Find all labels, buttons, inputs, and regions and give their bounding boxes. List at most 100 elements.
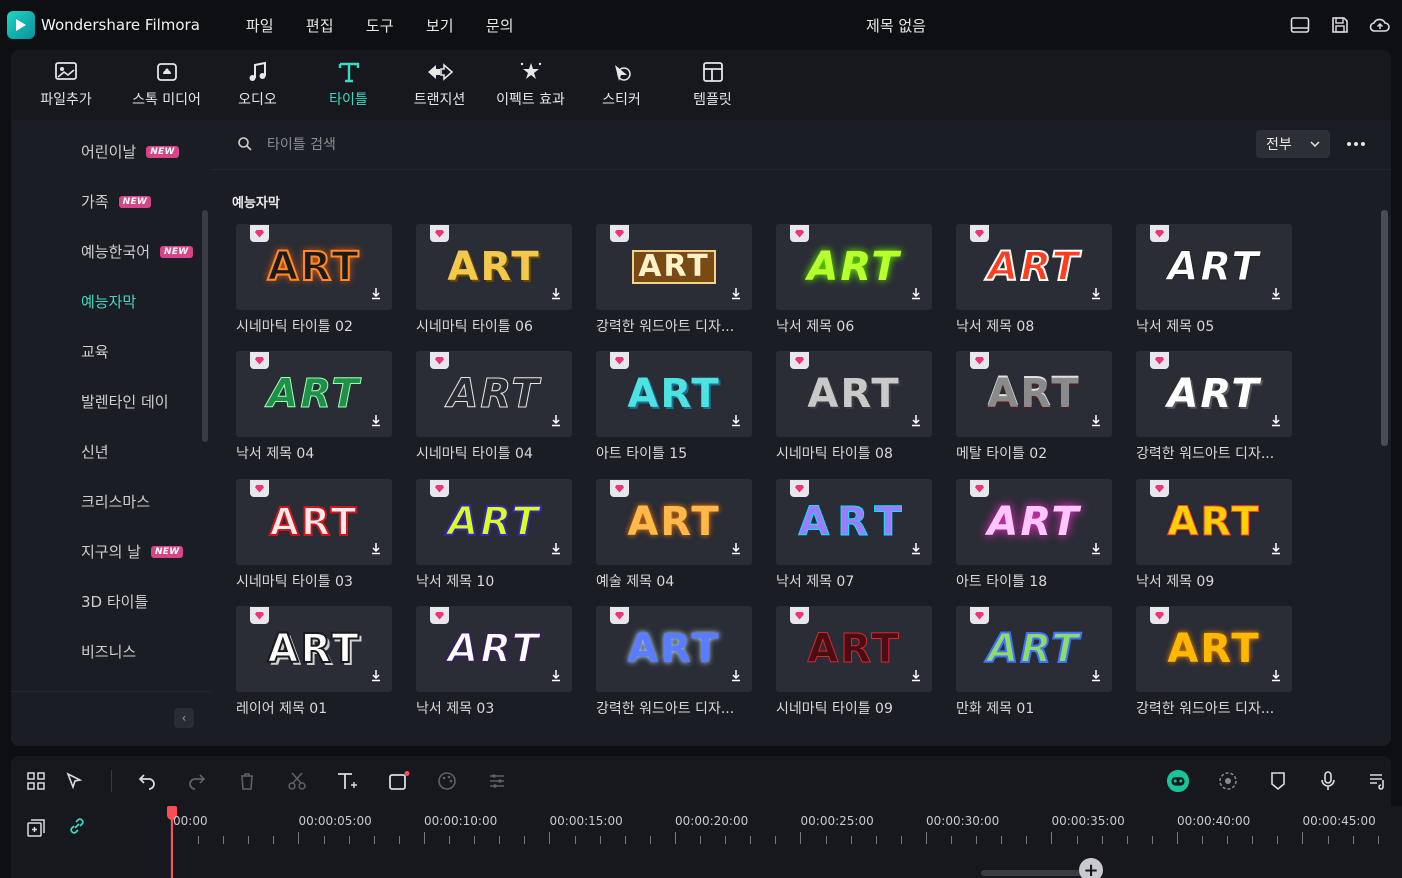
download-icon[interactable] bbox=[1088, 412, 1104, 428]
download-icon[interactable] bbox=[728, 412, 744, 428]
menu-help[interactable]: 문의 bbox=[486, 15, 546, 36]
title-card[interactable]: ART 강력한 워드아트 디자... bbox=[1136, 606, 1292, 718]
tool-stock-media[interactable]: 스톡 미디어 bbox=[121, 50, 212, 120]
title-card[interactable]: ART 낙서 제목 03 bbox=[416, 606, 572, 718]
download-icon[interactable] bbox=[1268, 412, 1284, 428]
delete-icon[interactable] bbox=[235, 769, 259, 793]
category-valentines[interactable]: 발렌타인 데이 bbox=[81, 391, 169, 412]
download-icon[interactable] bbox=[728, 667, 744, 683]
title-thumbnail[interactable]: ART bbox=[236, 479, 392, 565]
title-card[interactable]: ART 시네마틱 타이틀 06 bbox=[416, 224, 572, 336]
title-thumbnail[interactable]: ART bbox=[956, 224, 1112, 310]
title-card[interactable]: ART 레이어 제목 01 bbox=[236, 606, 392, 718]
save-icon[interactable] bbox=[1328, 13, 1352, 37]
undo-icon[interactable] bbox=[135, 769, 159, 793]
category-family[interactable]: 가족 NEW bbox=[81, 191, 152, 212]
category-new-year[interactable]: 신년 bbox=[81, 441, 109, 462]
tool-titles[interactable]: 타이틀 bbox=[303, 50, 394, 120]
title-card[interactable]: ART 시네마틱 타이틀 02 bbox=[236, 224, 392, 336]
menu-view[interactable]: 보기 bbox=[426, 15, 486, 36]
title-thumbnail[interactable]: ART bbox=[236, 224, 392, 310]
text-tool-icon[interactable] bbox=[335, 769, 359, 793]
download-icon[interactable] bbox=[368, 285, 384, 301]
title-card[interactable]: ART 강력한 워드아트 디자... bbox=[596, 606, 752, 718]
title-card[interactable]: ART 낙서 제목 09 bbox=[1136, 479, 1292, 591]
download-icon[interactable] bbox=[368, 540, 384, 556]
title-thumbnail[interactable]: ART bbox=[596, 351, 752, 437]
title-thumbnail[interactable]: ART bbox=[776, 224, 932, 310]
split-icon[interactable] bbox=[285, 769, 309, 793]
title-thumbnail[interactable]: ART bbox=[1136, 479, 1292, 565]
download-icon[interactable] bbox=[728, 540, 744, 556]
download-icon[interactable] bbox=[368, 667, 384, 683]
title-thumbnail[interactable]: ART bbox=[416, 351, 572, 437]
redo-icon[interactable] bbox=[185, 769, 209, 793]
title-card[interactable]: ART 시네마틱 타이틀 03 bbox=[236, 479, 392, 591]
title-card[interactable]: ART 낙서 제목 04 bbox=[236, 351, 392, 463]
download-icon[interactable] bbox=[368, 412, 384, 428]
cloud-upload-icon[interactable] bbox=[1368, 13, 1392, 37]
category-variety-subtitles[interactable]: 예능자막 bbox=[81, 291, 136, 312]
sidebar-scrollbar[interactable] bbox=[202, 210, 208, 442]
title-thumbnail[interactable]: ART bbox=[236, 606, 392, 692]
microphone-icon[interactable] bbox=[1316, 769, 1340, 793]
collapse-sidebar-button[interactable]: ‹ bbox=[174, 708, 194, 728]
title-thumbnail[interactable]: ART bbox=[956, 479, 1112, 565]
download-icon[interactable] bbox=[1268, 285, 1284, 301]
menu-edit[interactable]: 편집 bbox=[306, 15, 366, 36]
tool-transitions[interactable]: 트랜지션 bbox=[394, 50, 485, 120]
title-thumbnail[interactable]: ART bbox=[1136, 606, 1292, 692]
select-tool-icon[interactable] bbox=[63, 769, 87, 793]
title-thumbnail[interactable]: ART bbox=[416, 606, 572, 692]
menu-tools[interactable]: 도구 bbox=[366, 15, 426, 36]
title-card[interactable]: ART 시네마틱 타이틀 04 bbox=[416, 351, 572, 463]
tool-templates[interactable]: 템플릿 bbox=[667, 50, 758, 120]
filter-dropdown[interactable]: 전부 bbox=[1256, 130, 1330, 158]
category-children-day[interactable]: 어린이날 NEW bbox=[81, 141, 179, 162]
download-icon[interactable] bbox=[908, 285, 924, 301]
category-3d-titles[interactable]: 3D 타이틀 bbox=[81, 591, 148, 612]
title-card[interactable]: ART 낙서 제목 10 bbox=[416, 479, 572, 591]
title-card[interactable]: ART 만화 제목 01 bbox=[956, 606, 1112, 718]
title-card[interactable]: ART 강력한 워드아트 디자... bbox=[596, 224, 752, 336]
title-thumbnail[interactable]: ART bbox=[596, 606, 752, 692]
download-icon[interactable] bbox=[548, 540, 564, 556]
tool-audio[interactable]: 오디오 bbox=[212, 50, 303, 120]
download-icon[interactable] bbox=[1268, 540, 1284, 556]
add-track-icon[interactable] bbox=[24, 816, 48, 840]
title-card[interactable]: ART 강력한 워드아트 디자... bbox=[1136, 351, 1292, 463]
download-icon[interactable] bbox=[548, 412, 564, 428]
content-scrollbar[interactable] bbox=[1381, 210, 1388, 446]
title-card[interactable]: ART 예술 제목 04 bbox=[596, 479, 752, 591]
render-icon[interactable] bbox=[1216, 769, 1240, 793]
color-palette-icon[interactable] bbox=[435, 769, 459, 793]
title-card[interactable]: ART 낙서 제목 08 bbox=[956, 224, 1112, 336]
title-thumbnail[interactable]: ART bbox=[956, 351, 1112, 437]
download-icon[interactable] bbox=[1268, 667, 1284, 683]
title-thumbnail[interactable]: ART bbox=[236, 351, 392, 437]
layout-icon[interactable] bbox=[1288, 13, 1312, 37]
crop-icon[interactable] bbox=[387, 769, 411, 793]
title-card[interactable]: ART 시네마틱 타이틀 08 bbox=[776, 351, 932, 463]
voiceover-list-icon[interactable] bbox=[1366, 769, 1390, 793]
title-thumbnail[interactable]: ART bbox=[596, 479, 752, 565]
download-icon[interactable] bbox=[728, 285, 744, 301]
tool-stickers[interactable]: 스티커 bbox=[576, 50, 667, 120]
download-icon[interactable] bbox=[1088, 285, 1104, 301]
title-card[interactable]: ART 낙서 제목 06 bbox=[776, 224, 932, 336]
category-variety-korean[interactable]: 예능한국어 NEW bbox=[81, 241, 193, 262]
title-thumbnail[interactable]: ART bbox=[1136, 224, 1292, 310]
category-education[interactable]: 교육 bbox=[81, 341, 109, 362]
zoom-in-button[interactable]: + bbox=[1079, 858, 1103, 878]
download-icon[interactable] bbox=[548, 667, 564, 683]
download-icon[interactable] bbox=[908, 540, 924, 556]
search-input[interactable] bbox=[267, 132, 1067, 158]
tool-import-media[interactable]: 파일추가 bbox=[11, 50, 121, 120]
title-card[interactable]: ART 낙서 제목 07 bbox=[776, 479, 932, 591]
title-card[interactable]: ART 메탈 타이틀 02 bbox=[956, 351, 1112, 463]
menu-file[interactable]: 파일 bbox=[246, 15, 306, 36]
title-card[interactable]: ART 아트 타이틀 18 bbox=[956, 479, 1112, 591]
title-card[interactable]: ART 시네마틱 타이틀 09 bbox=[776, 606, 932, 718]
title-thumbnail[interactable]: ART bbox=[1136, 351, 1292, 437]
adjust-icon[interactable] bbox=[485, 769, 509, 793]
